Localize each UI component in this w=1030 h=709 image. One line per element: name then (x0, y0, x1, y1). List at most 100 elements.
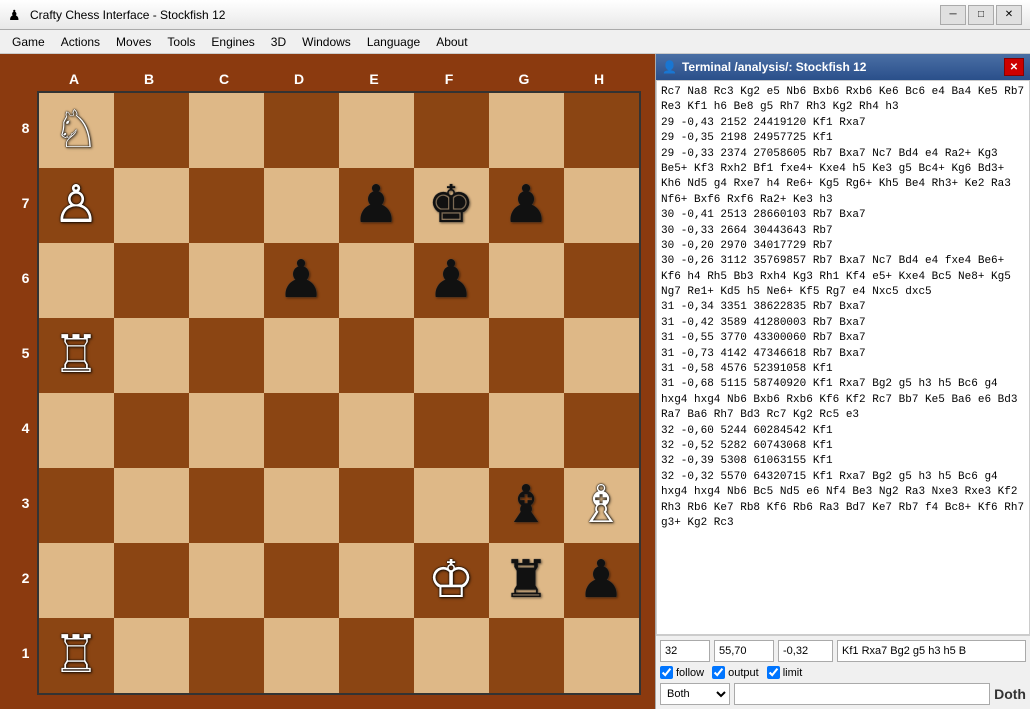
cell-h7[interactable] (564, 168, 639, 243)
cell-f7[interactable]: ♚ (414, 168, 489, 243)
cell-d1[interactable] (264, 618, 339, 693)
depth-input[interactable] (660, 640, 710, 662)
piece-g7[interactable]: ♟ (503, 179, 550, 231)
piece-a8[interactable]: ♘ (53, 104, 100, 156)
piece-d6[interactable]: ♟ (278, 254, 325, 306)
cell-a6[interactable] (39, 243, 114, 318)
cell-a4[interactable] (39, 393, 114, 468)
cell-c4[interactable] (189, 393, 264, 468)
piece-g3[interactable]: ♝ (503, 479, 550, 531)
cell-g6[interactable] (489, 243, 564, 318)
cell-f5[interactable] (414, 318, 489, 393)
minimize-button[interactable]: ─ (940, 5, 966, 25)
cell-c2[interactable] (189, 543, 264, 618)
cell-e8[interactable] (339, 93, 414, 168)
cell-h2[interactable]: ♟ (564, 543, 639, 618)
cell-h5[interactable] (564, 318, 639, 393)
cell-a5[interactable]: ♖ (39, 318, 114, 393)
cell-a2[interactable] (39, 543, 114, 618)
cell-c1[interactable] (189, 618, 264, 693)
cell-g7[interactable]: ♟ (489, 168, 564, 243)
cell-b3[interactable] (114, 468, 189, 543)
menu-item-about[interactable]: About (428, 33, 475, 51)
side-select[interactable]: Both White Black (660, 683, 730, 705)
piece-f2[interactable]: ♔ (428, 554, 475, 606)
cell-g8[interactable] (489, 93, 564, 168)
cell-a8[interactable]: ♘ (39, 93, 114, 168)
cell-a7[interactable]: ♙ (39, 168, 114, 243)
piece-h3[interactable]: ♗ (578, 479, 625, 531)
cell-d7[interactable] (264, 168, 339, 243)
cell-b6[interactable] (114, 243, 189, 318)
cell-e2[interactable] (339, 543, 414, 618)
cell-d8[interactable] (264, 93, 339, 168)
cell-d6[interactable]: ♟ (264, 243, 339, 318)
terminal-content[interactable]: Rc7 Na8 Rc3 Kg2 e5 Nb6 Bxb6 Rxb6 Ke6 Bc6… (656, 80, 1030, 635)
cell-b7[interactable] (114, 168, 189, 243)
cell-e1[interactable] (339, 618, 414, 693)
moves-input[interactable] (837, 640, 1026, 662)
cell-e4[interactable] (339, 393, 414, 468)
cell-c7[interactable] (189, 168, 264, 243)
output-checkbox[interactable] (712, 666, 725, 679)
cell-f8[interactable] (414, 93, 489, 168)
cell-d4[interactable] (264, 393, 339, 468)
follow-checkbox-label[interactable]: follow (660, 666, 704, 679)
chess-board[interactable]: ♘ ♙ ♟ ♚ ♟ ♟ ♟ ♖ ♝ ♗ ♔ ♜ ♟ ♖ (37, 91, 641, 695)
score-input[interactable] (714, 640, 774, 662)
menu-item-engines[interactable]: Engines (203, 33, 262, 51)
piece-a7[interactable]: ♙ (53, 179, 100, 231)
cell-d5[interactable] (264, 318, 339, 393)
cell-c8[interactable] (189, 93, 264, 168)
piece-f6[interactable]: ♟ (428, 254, 475, 306)
cell-d2[interactable] (264, 543, 339, 618)
cell-e6[interactable] (339, 243, 414, 318)
cell-g5[interactable] (489, 318, 564, 393)
cell-b1[interactable] (114, 618, 189, 693)
cell-f2[interactable]: ♔ (414, 543, 489, 618)
cell-a1[interactable]: ♖ (39, 618, 114, 693)
cell-g1[interactable] (489, 618, 564, 693)
cell-e3[interactable] (339, 468, 414, 543)
cell-f6[interactable]: ♟ (414, 243, 489, 318)
cell-e7[interactable]: ♟ (339, 168, 414, 243)
cell-b2[interactable] (114, 543, 189, 618)
cell-a3[interactable] (39, 468, 114, 543)
terminal-close-button[interactable]: ✕ (1004, 58, 1024, 76)
follow-checkbox[interactable] (660, 666, 673, 679)
cell-h3[interactable]: ♗ (564, 468, 639, 543)
cell-b5[interactable] (114, 318, 189, 393)
cell-f3[interactable] (414, 468, 489, 543)
cell-b8[interactable] (114, 93, 189, 168)
cell-g3[interactable]: ♝ (489, 468, 564, 543)
menu-item-windows[interactable]: Windows (294, 33, 359, 51)
cell-h4[interactable] (564, 393, 639, 468)
cell-d3[interactable] (264, 468, 339, 543)
output-checkbox-label[interactable]: output (712, 666, 759, 679)
piece-a5[interactable]: ♖ (53, 329, 100, 381)
piece-f7[interactable]: ♚ (428, 179, 475, 231)
cell-g2[interactable]: ♜ (489, 543, 564, 618)
limit-checkbox-label[interactable]: limit (767, 666, 803, 679)
cell-f1[interactable] (414, 618, 489, 693)
close-button[interactable]: ✕ (996, 5, 1022, 25)
command-input[interactable] (734, 683, 990, 705)
piece-g2[interactable]: ♜ (503, 554, 550, 606)
limit-checkbox[interactable] (767, 666, 780, 679)
maximize-button[interactable]: □ (968, 5, 994, 25)
cell-b4[interactable] (114, 393, 189, 468)
cell-g4[interactable] (489, 393, 564, 468)
cell-e5[interactable] (339, 318, 414, 393)
menu-item-moves[interactable]: Moves (108, 33, 159, 51)
eval-input[interactable] (778, 640, 833, 662)
menu-item-tools[interactable]: Tools (159, 33, 203, 51)
cell-c6[interactable] (189, 243, 264, 318)
piece-a1[interactable]: ♖ (53, 629, 100, 681)
piece-h2[interactable]: ♟ (578, 554, 625, 606)
cell-f4[interactable] (414, 393, 489, 468)
cell-c5[interactable] (189, 318, 264, 393)
cell-h1[interactable] (564, 618, 639, 693)
cell-h8[interactable] (564, 93, 639, 168)
piece-e7[interactable]: ♟ (353, 179, 400, 231)
menu-item-3d[interactable]: 3D (263, 33, 294, 51)
